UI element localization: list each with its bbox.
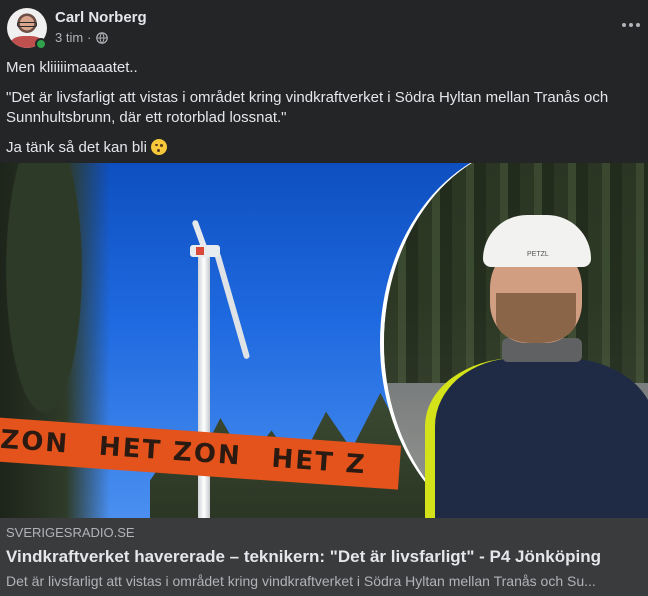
more-dot	[622, 23, 626, 27]
post-text-line: Men kliiiiimaaaatet..	[6, 59, 138, 76]
more-dot	[636, 23, 640, 27]
winking-face-icon	[151, 139, 168, 155]
author-name[interactable]: Carl Norberg	[55, 9, 147, 26]
wind-turbine-tower	[198, 253, 210, 518]
online-status-indicator	[35, 38, 47, 50]
meta-separator: ·	[87, 30, 92, 45]
globe-icon[interactable]	[95, 31, 108, 44]
technician-beard	[496, 293, 576, 343]
post-meta: 3 tim ·	[55, 30, 108, 45]
post-text-line: Ja tänk så det kan bli	[6, 138, 636, 158]
post-header: Carl Norberg 3 tim ·	[0, 0, 648, 56]
link-preview-info[interactable]: SVERIGESRADIO.SE Vindkraftverket haverer…	[0, 518, 648, 596]
avatar-glasses	[17, 22, 37, 27]
post-timestamp[interactable]: 3 tim	[55, 30, 83, 45]
post-text-ending: Ja tänk så det kan bli	[6, 139, 147, 156]
link-preview-image[interactable]: ZON HET ZON HET Z PETZL	[0, 163, 648, 518]
more-options-icon[interactable]	[622, 18, 644, 32]
post-text-quote: "Det är livsfarligt att vistas i området…	[6, 89, 609, 126]
facebook-post: Carl Norberg 3 tim · Men kliiiiimaaaatet…	[0, 0, 648, 596]
technician-body	[425, 358, 648, 518]
turbine-nacelle	[190, 245, 220, 257]
helmet-brand: PETZL	[527, 251, 549, 258]
link-title[interactable]: Vindkraftverket havererade – teknikern: …	[6, 546, 642, 568]
link-description: Det är livsfarligt att vistas i området …	[6, 573, 596, 589]
post-body: Men kliiiiimaaaatet.. "Det är livsfarlig…	[6, 58, 636, 168]
link-domain: SVERIGESRADIO.SE	[6, 525, 135, 540]
more-dot	[629, 23, 633, 27]
tape-text: HET ZON	[97, 431, 243, 472]
tape-text: HET Z	[270, 443, 368, 481]
tape-text: ZON	[0, 424, 71, 460]
